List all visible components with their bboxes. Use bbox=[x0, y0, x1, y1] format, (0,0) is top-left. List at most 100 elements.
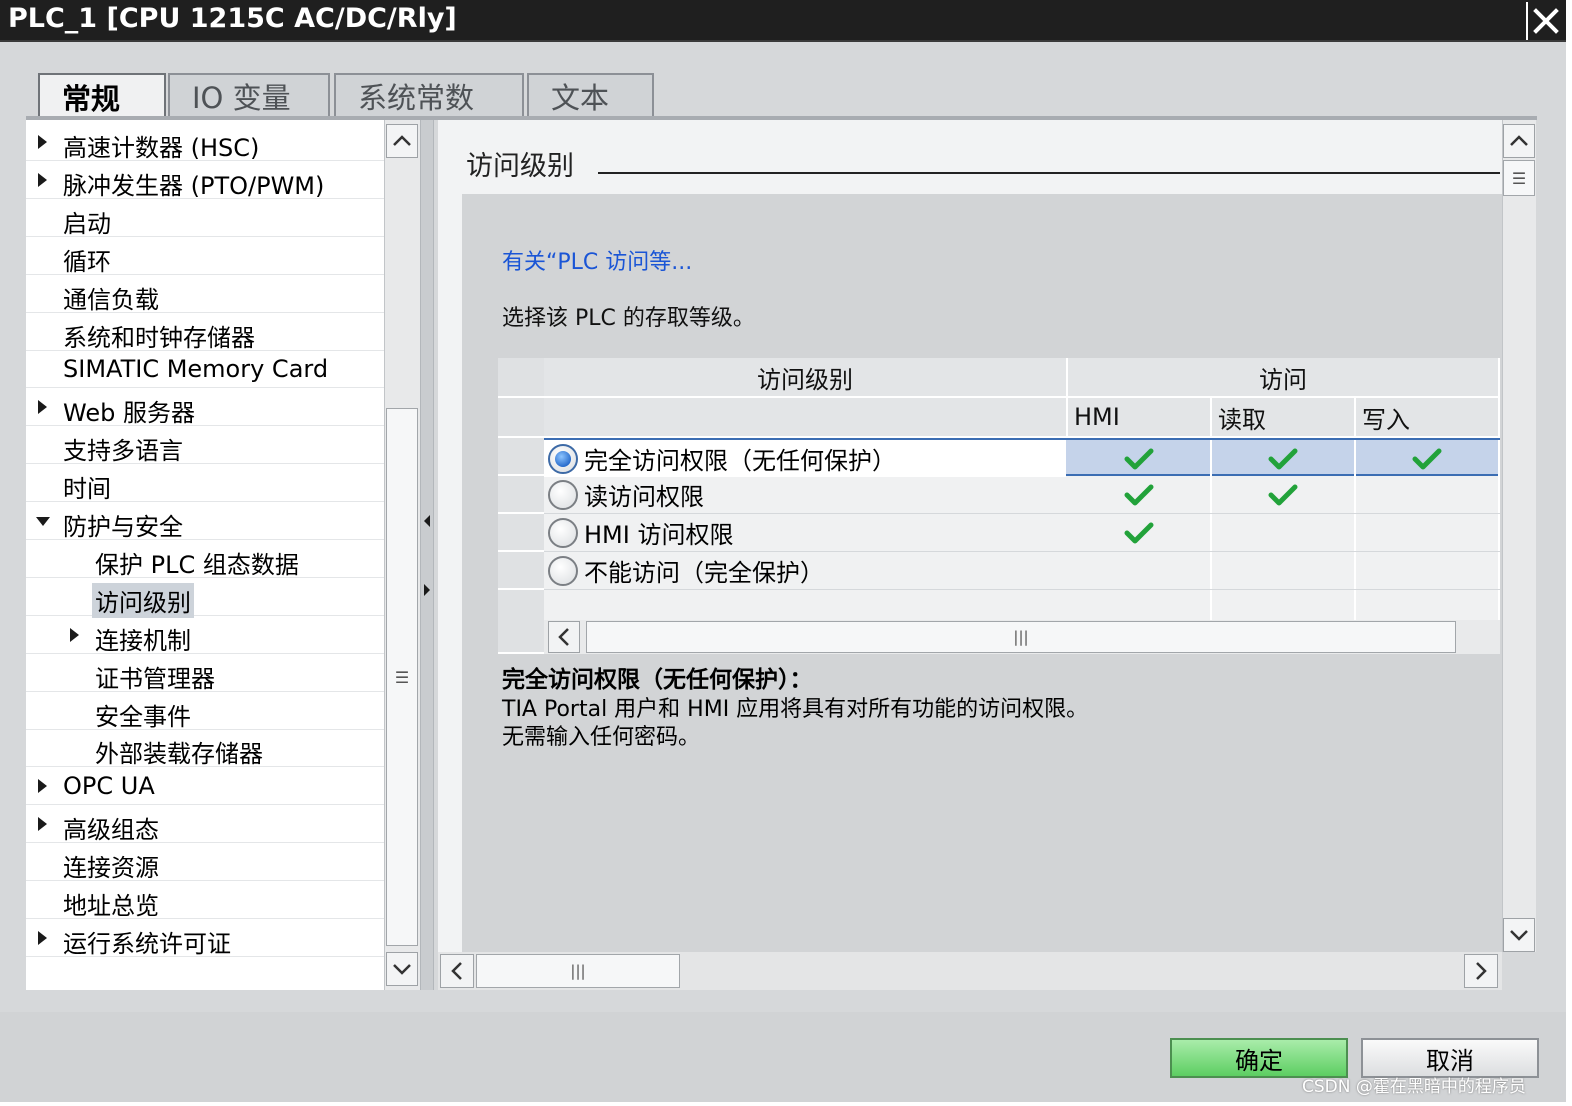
nav-item-label: 运行系统许可证 bbox=[63, 929, 231, 958]
expand-arrow-right-icon[interactable] bbox=[38, 135, 47, 149]
chevron-up-icon bbox=[393, 135, 411, 146]
expand-arrow-right-icon[interactable] bbox=[38, 400, 47, 415]
table-row[interactable]: 完全访问权限（无任何保护） bbox=[544, 438, 1500, 477]
nav-item[interactable]: 外部装载存储器 bbox=[26, 729, 384, 768]
table-scroll-left-button[interactable] bbox=[548, 621, 580, 653]
row-header[interactable] bbox=[498, 552, 544, 590]
content-scroll-right-button[interactable] bbox=[1464, 954, 1498, 988]
expand-arrow-right-icon[interactable] bbox=[38, 930, 47, 945]
nav-scroll-thumb[interactable]: ☰ bbox=[386, 408, 418, 946]
header-hmi: HMI bbox=[1068, 398, 1212, 438]
nav-item[interactable]: SIMATIC Memory Card bbox=[26, 350, 384, 389]
nav-item-label: 系统和时钟存储器 bbox=[63, 323, 255, 352]
nav-item[interactable]: 系统和时钟存储器 bbox=[26, 313, 384, 352]
tab-texts[interactable]: 文本 bbox=[527, 73, 654, 117]
table-corner bbox=[498, 398, 544, 438]
description-title: 完全访问权限（无任何保护）： bbox=[502, 667, 813, 693]
nav-item[interactable]: OPC UA bbox=[26, 767, 384, 806]
expand-arrow-right-icon[interactable] bbox=[38, 172, 47, 187]
access-level-cell: HMI 访问权限 bbox=[544, 514, 1066, 551]
nav-item-label: 高级组态 bbox=[63, 816, 159, 845]
content-scroll-down-button[interactable] bbox=[1503, 918, 1535, 952]
chevron-down-icon bbox=[393, 964, 411, 975]
nav-item[interactable]: 脉冲发生器 (PTO/PWM) bbox=[26, 161, 384, 200]
content-scroll-up-button[interactable] bbox=[1503, 124, 1535, 158]
check-icon bbox=[1268, 484, 1298, 505]
nav-item-label: 防护与安全 bbox=[63, 513, 183, 541]
table-row[interactable]: HMI 访问权限 bbox=[544, 514, 1500, 552]
expand-arrow-down-icon[interactable] bbox=[36, 517, 50, 526]
close-button[interactable] bbox=[1526, 2, 1564, 40]
content-scroll-thumb[interactable]: ||| bbox=[476, 954, 680, 988]
nav-item[interactable]: 访问级别 bbox=[26, 578, 384, 618]
nav-scroll-up-button[interactable] bbox=[386, 124, 418, 158]
nav-item[interactable]: 启动 bbox=[26, 199, 384, 238]
nav-item-label: 连接资源 bbox=[63, 854, 159, 883]
help-link[interactable]: 有关“PLC 访问等... bbox=[502, 244, 692, 276]
tab-system-constants[interactable]: 系统常数 bbox=[334, 73, 524, 117]
header-access-level: 访问级别 bbox=[544, 358, 1068, 398]
check-icon bbox=[1124, 522, 1154, 543]
expand-arrow-right-icon[interactable] bbox=[38, 817, 47, 832]
nav-item[interactable]: Web 服务器 bbox=[26, 388, 384, 427]
nav-item[interactable]: 连接机制 bbox=[26, 616, 384, 655]
row-header[interactable] bbox=[498, 476, 544, 514]
nav-vertical-scrollbar[interactable]: ☰ bbox=[384, 120, 420, 990]
expand-arrow-right-icon[interactable] bbox=[38, 779, 47, 794]
access-write-cell bbox=[1356, 476, 1500, 513]
expand-arrow-right-icon[interactable] bbox=[70, 627, 79, 642]
tab-io-tags[interactable]: IO 变量 bbox=[168, 73, 330, 117]
row-header[interactable] bbox=[498, 438, 544, 476]
access-write-cell bbox=[1356, 552, 1500, 589]
content-scroll-left-button[interactable] bbox=[440, 954, 474, 988]
access-hmi-cell bbox=[1068, 514, 1212, 551]
access-hmi-cell bbox=[1068, 552, 1212, 589]
nav-item[interactable]: 支持多语言 bbox=[26, 426, 384, 465]
nav-item[interactable]: 连接资源 bbox=[26, 843, 384, 883]
nav-item-label: 地址总览 bbox=[63, 892, 159, 920]
table-horizontal-scrollbar[interactable]: ||| bbox=[544, 620, 1500, 654]
table-scroll-thumb[interactable]: ||| bbox=[586, 621, 1456, 653]
chevron-down-icon bbox=[1510, 930, 1528, 941]
nav-item[interactable]: 通信负载 bbox=[26, 275, 384, 314]
nav-item-label: 脉冲发生器 (PTO/PWM) bbox=[63, 171, 325, 200]
nav-item[interactable]: 防护与安全 bbox=[26, 502, 384, 541]
button-label: 取消 bbox=[1426, 1046, 1474, 1075]
access-read-cell bbox=[1212, 514, 1356, 551]
watermark: CSDN @霍在黑暗中的程序员 bbox=[1302, 1077, 1526, 1097]
access-level-label: 不能访问（完全保护） bbox=[584, 559, 824, 587]
access-write-cell bbox=[1356, 514, 1500, 551]
collapse-right-icon[interactable] bbox=[421, 582, 433, 598]
access-level-cell: 完全访问权限（无任何保护） bbox=[544, 440, 1066, 477]
pane-splitter[interactable] bbox=[420, 120, 434, 990]
nav-item[interactable]: 保护 PLC 组态数据 bbox=[26, 540, 384, 579]
nav-scroll-down-button[interactable] bbox=[386, 952, 418, 986]
nav-item[interactable]: 高速计数器 (HSC) bbox=[26, 123, 384, 162]
nav-item[interactable]: 安全事件 bbox=[26, 692, 384, 731]
content-scroll-thumb[interactable]: ☰ bbox=[1503, 160, 1535, 196]
nav-item[interactable]: 运行系统许可证 bbox=[26, 919, 384, 958]
nav-item[interactable]: 证书管理器 bbox=[26, 654, 384, 693]
table-row[interactable]: 不能访问（完全保护） bbox=[544, 552, 1500, 590]
content-vertical-scrollbar[interactable]: ☰ bbox=[1502, 120, 1536, 952]
access-level-label: 完全访问权限（无任何保护） bbox=[584, 447, 896, 475]
content-horizontal-scrollbar[interactable]: ||| bbox=[438, 952, 1502, 990]
chevron-up-icon bbox=[1510, 135, 1528, 146]
access-level-radio[interactable] bbox=[548, 479, 578, 510]
nav-item[interactable]: 时间 bbox=[26, 464, 384, 503]
nav-item-label: SIMATIC Memory Card bbox=[63, 355, 329, 384]
access-level-radio[interactable] bbox=[548, 555, 578, 586]
nav-item[interactable]: 高级组态 bbox=[26, 805, 384, 845]
header-write: 写入 bbox=[1356, 398, 1500, 438]
nav-item[interactable]: 地址总览 bbox=[26, 881, 384, 920]
collapse-left-icon[interactable] bbox=[421, 513, 433, 529]
nav-item[interactable]: 循环 bbox=[26, 237, 384, 276]
access-level-radio[interactable] bbox=[548, 517, 578, 548]
table-corner bbox=[498, 620, 544, 654]
access-level-radio[interactable] bbox=[548, 443, 578, 474]
tab-general[interactable]: 常规 bbox=[38, 73, 166, 119]
access-hmi-cell bbox=[1068, 440, 1212, 477]
row-header[interactable] bbox=[498, 514, 544, 552]
check-icon bbox=[1124, 484, 1154, 505]
table-row[interactable]: 读访问权限 bbox=[544, 476, 1500, 514]
